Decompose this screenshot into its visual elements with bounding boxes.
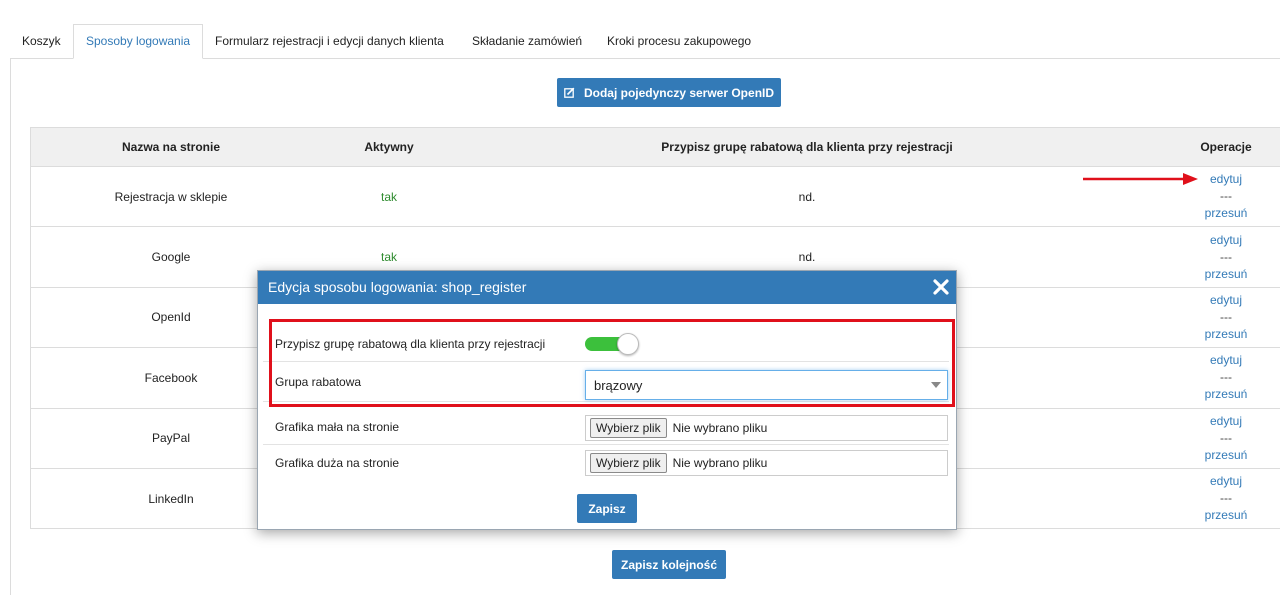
row-operations: edytuj --- przesuń [1171,288,1280,347]
chevron-down-icon [931,382,941,388]
small-image-row: Grafika mała na stronie Wybierz plik Nie… [263,410,949,445]
row-active: tak [380,189,397,204]
move-link[interactable]: przesuń [1205,386,1248,403]
move-link[interactable]: przesuń [1205,447,1248,464]
dialog-header: Edycja sposobu logowania: shop_register [258,271,956,304]
small-image-file-input[interactable]: Wybierz plik Nie wybrano pliku [585,415,948,441]
edit-link[interactable]: edytuj [1210,171,1242,188]
annotation-arrow [1083,173,1198,185]
edit-login-method-dialog: Edycja sposobu logowania: shop_register … [257,270,957,530]
row-name: Rejestracja w sklepie [114,189,228,204]
move-link[interactable]: przesuń [1205,205,1248,222]
save-button[interactable]: Zapisz [577,494,637,523]
no-file-text: Nie wybrano pliku [672,421,768,435]
choose-file-button[interactable]: Wybierz plik [590,453,667,473]
discount-group-label: Grupa rabatowa [275,374,362,389]
discount-toggle-row: Przypisz grupę rabatową dla klienta przy… [263,327,949,362]
toggle-knob [617,333,639,355]
header-name: Nazwa na stronie [121,140,221,154]
discount-group-row: Grupa rabatowa brązowy [263,362,949,402]
ops-separator: --- [1220,249,1232,264]
large-image-row: Grafika duża na stronie Wybierz plik Nie… [263,445,949,481]
edit-link[interactable]: edytuj [1210,413,1242,430]
tab-kroki-procesu[interactable]: Kroki procesu zakupowego [595,24,763,59]
ops-separator: --- [1220,491,1232,506]
row-discount: nd. [798,189,816,204]
large-image-label: Grafika duża na stronie [275,456,400,470]
move-link[interactable]: przesuń [1205,326,1248,343]
table-header: Nazwa na stronie Aktywny Przypisz grupę … [30,127,1280,167]
save-order-button[interactable]: Zapisz kolejność [612,550,726,579]
close-icon[interactable] [932,278,950,296]
no-file-text: Nie wybrano pliku [672,456,768,470]
edit-link[interactable]: edytuj [1210,473,1242,490]
move-link[interactable]: przesuń [1205,266,1248,283]
discount-toggle-label: Przypisz grupę rabatową dla klienta przy… [275,337,546,351]
large-image-file-input[interactable]: Wybierz plik Nie wybrano pliku [585,450,948,476]
dialog-title: Edycja sposobu logowania: shop_register [268,279,527,295]
tab-formularz-rejestracji[interactable]: Formularz rejestracji i edycji danych kl… [203,24,456,59]
discount-toggle-switch[interactable] [585,333,639,355]
ops-separator: --- [1220,370,1232,385]
edit-link[interactable]: edytuj [1210,352,1242,369]
choose-file-button[interactable]: Wybierz plik [590,418,667,438]
header-discount: Przypisz grupę rabatową dla klienta przy… [661,140,953,154]
header-active: Aktywny [364,140,414,154]
row-operations: edytuj --- przesuń [1171,227,1280,286]
tab-koszyk[interactable]: Koszyk [10,24,73,59]
ops-separator: --- [1220,309,1232,324]
edit-link[interactable]: edytuj [1210,232,1242,249]
discount-group-select[interactable]: brązowy [585,370,948,400]
tab-skladanie-zamowien[interactable]: Składanie zamówień [460,24,594,59]
edit-link[interactable]: edytuj [1210,292,1242,309]
small-image-label: Grafika mała na stronie [275,420,400,434]
row-operations: edytuj --- przesuń [1171,469,1280,528]
ops-separator: --- [1220,189,1232,204]
add-openid-server-button[interactable]: Dodaj pojedynczy serwer OpenID [557,78,781,107]
edit-icon [564,87,575,98]
tab-sposoby-logowania[interactable]: Sposoby logowania [73,24,204,59]
row-operations: edytuj --- przesuń [1171,409,1280,468]
row-operations: edytuj --- przesuń [1171,348,1280,407]
ops-separator: --- [1220,430,1232,445]
move-link[interactable]: przesuń [1205,507,1248,524]
header-operations: Operacje [1200,140,1252,154]
tab-bar: Koszyk Sposoby logowania Formularz rejes… [10,24,1280,59]
discount-group-value: brązowy [594,377,643,393]
add-openid-server-label: Dodaj pojedynczy serwer OpenID [583,85,775,100]
